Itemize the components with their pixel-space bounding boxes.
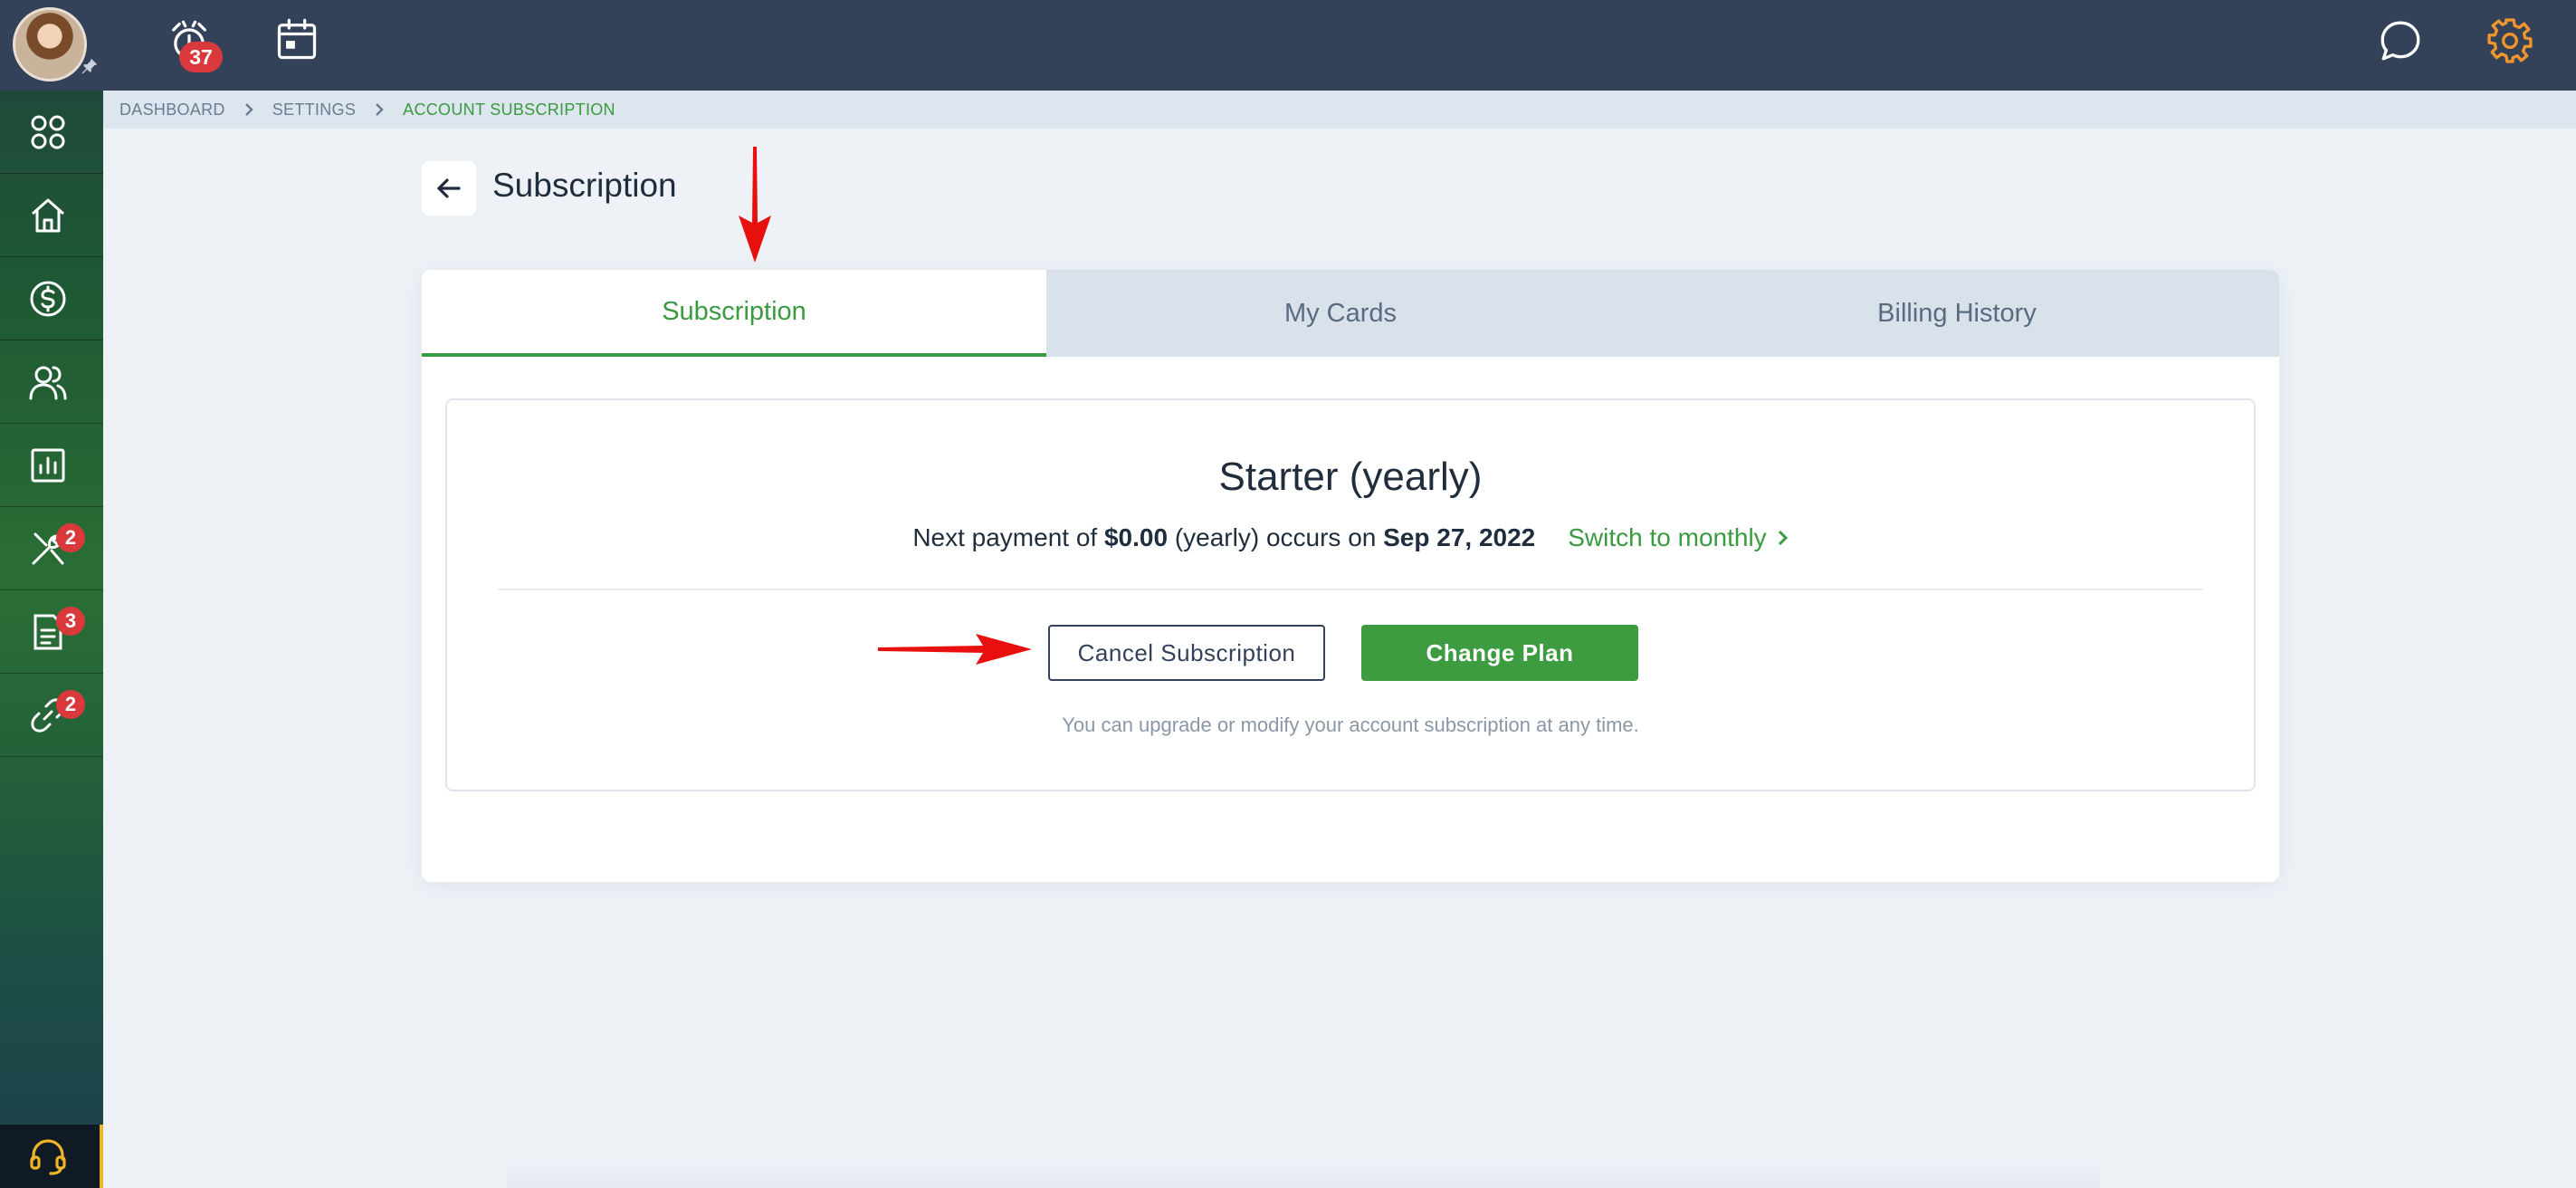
breadcrumb-dashboard[interactable]: DASHBOARD — [119, 101, 225, 120]
sidebar-badge-links: 2 — [56, 690, 85, 719]
notification-badge: 37 — [179, 42, 223, 72]
grid-icon — [31, 115, 65, 149]
switch-to-monthly-link[interactable]: Switch to monthly — [1568, 523, 1788, 552]
arrow-left-icon — [437, 178, 461, 198]
plan-panel: Starter (yearly) Next payment of $0.00 (… — [445, 398, 2256, 791]
payment-date: Sep 27, 2022 — [1383, 523, 1536, 551]
top-bar: 37 — [0, 0, 2576, 91]
tab-billing-history[interactable]: Billing History — [1635, 270, 2279, 357]
support-button[interactable] — [0, 1125, 103, 1188]
tab-my-cards[interactable]: My Cards — [1046, 270, 1635, 357]
sidebar-item-reports[interactable] — [0, 424, 103, 507]
chat-icon[interactable] — [2378, 18, 2423, 63]
payment-prefix: Next payment of — [912, 523, 1104, 551]
cancel-subscription-button[interactable]: Cancel Subscription — [1048, 625, 1325, 681]
sidebar-item-links[interactable]: 2 — [0, 674, 103, 757]
breadcrumb-settings[interactable]: SETTINGS — [272, 101, 356, 120]
user-avatar[interactable] — [13, 7, 87, 81]
back-button[interactable] — [422, 161, 476, 216]
footer — [507, 1159, 2100, 1188]
page-title: Subscription — [492, 167, 677, 204]
sidebar-item-documents[interactable]: 3 — [0, 590, 103, 674]
chevron-right-icon — [1778, 530, 1788, 546]
sidebar-item-people[interactable] — [0, 340, 103, 424]
change-plan-button[interactable]: Change Plan — [1361, 625, 1638, 681]
switch-label: Switch to monthly — [1568, 523, 1767, 551]
tab-subscription[interactable]: Subscription — [422, 270, 1046, 357]
gear-icon[interactable] — [2487, 18, 2533, 63]
users-icon — [29, 366, 67, 400]
chevron-right-icon — [225, 102, 272, 117]
home-icon — [32, 198, 64, 233]
next-payment-line: Next payment of $0.00 (yearly) occurs on… — [447, 523, 2254, 552]
sidebar: 2 3 2 — [0, 91, 103, 1188]
annotation-arrow-right-icon — [878, 634, 1032, 665]
pin-icon — [81, 58, 98, 74]
help-text: You can upgrade or modify your account s… — [1062, 714, 1639, 736]
payment-amount: $0.00 — [1103, 523, 1169, 551]
breadcrumb-account-subscription: ACCOUNT SUBSCRIPTION — [403, 100, 615, 119]
payment-middle: (yearly) occurs on — [1168, 523, 1384, 551]
breadcrumb: DASHBOARD SETTINGS ACCOUNT SUBSCRIPTION — [103, 91, 2576, 129]
calendar-icon[interactable] — [273, 16, 320, 63]
sidebar-item-home[interactable] — [0, 174, 103, 257]
headset-icon — [30, 1139, 66, 1175]
sidebar-item-apps[interactable] — [0, 91, 103, 174]
sidebar-badge-tools: 2 — [56, 523, 85, 552]
sidebar-badge-documents: 3 — [56, 607, 85, 636]
plan-name: Starter (yearly) — [1218, 455, 1483, 499]
tab-bar: Subscription My Cards Billing History — [422, 270, 2279, 357]
subscription-card: Subscription My Cards Billing History St… — [422, 270, 2279, 882]
dollar-icon — [30, 281, 66, 317]
sidebar-item-maintenance[interactable]: 2 — [0, 507, 103, 590]
chart-icon — [31, 448, 65, 483]
divider — [498, 589, 2203, 590]
annotation-arrow-down-icon — [739, 147, 771, 263]
chevron-right-icon — [356, 102, 403, 117]
sidebar-item-payments[interactable] — [0, 257, 103, 340]
